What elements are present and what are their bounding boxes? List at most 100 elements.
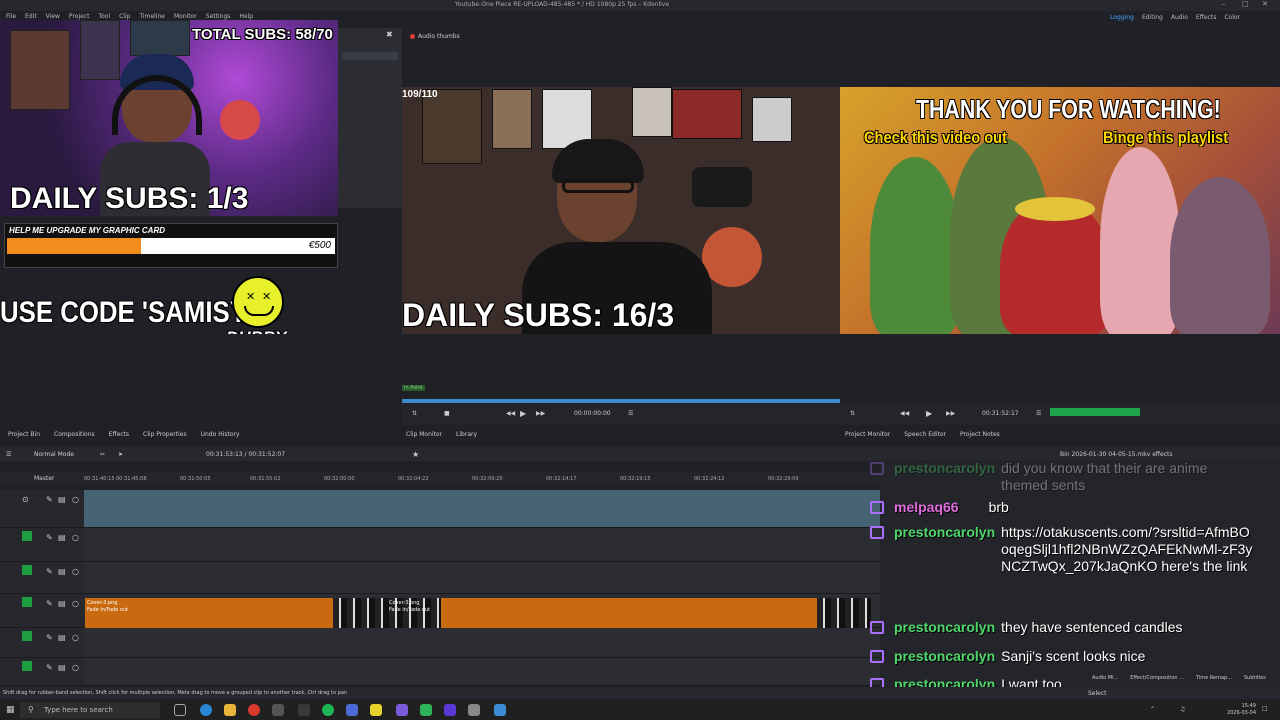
workspace-color[interactable]: Color [1224, 14, 1240, 21]
close-button[interactable]: ✕ [1262, 0, 1268, 8]
lock-icon[interactable]: ○ [72, 599, 79, 608]
menu-icon[interactable]: ☰ [1036, 410, 1041, 417]
tab-project-monitor[interactable]: Project Monitor [843, 430, 892, 439]
app-icon[interactable] [494, 704, 506, 716]
tab-speech-editor[interactable]: Speech Editor [902, 430, 948, 439]
workspace-audio[interactable]: Audio [1171, 14, 1188, 21]
chevron-up-icon[interactable]: ⌃ [1150, 706, 1155, 713]
edit-icon[interactable]: ✎ [46, 533, 53, 542]
tab-subtitles[interactable]: Subtitles [1242, 674, 1268, 682]
clip-thumbnail[interactable] [333, 598, 441, 628]
tab-library[interactable]: Library [454, 430, 479, 439]
speaker-icon[interactable]: ♫ [1180, 706, 1185, 713]
windows-start-icon[interactable]: ▦ [6, 705, 15, 715]
system-clock[interactable]: 15:49 2026-03-04 [1227, 703, 1256, 717]
timeline-track[interactable] [84, 562, 880, 594]
project-timecode[interactable]: 00:31:52:17 [982, 410, 1019, 417]
tab-effects[interactable]: Effects [107, 430, 131, 439]
film-icon[interactable]: ▤ [58, 633, 66, 642]
timeline-menu-icon[interactable]: ☰ [6, 451, 11, 458]
timeline-track[interactable] [84, 528, 880, 562]
edit-icon[interactable]: ✎ [46, 567, 53, 576]
rewind-icon[interactable]: ◀◀ [506, 410, 515, 417]
app-icon[interactable] [346, 704, 358, 716]
tab-project-notes[interactable]: Project Notes [958, 430, 1002, 439]
workspace-editing[interactable]: Editing [1142, 14, 1163, 21]
timeline-clip[interactable] [85, 598, 333, 628]
timeline-track[interactable] [84, 628, 880, 658]
lock-icon[interactable]: ○ [72, 633, 79, 642]
lock-icon[interactable]: ○ [72, 495, 79, 504]
select-tool-icon[interactable]: ➤ [118, 451, 123, 458]
taskbar-search[interactable]: ⚲ Type here to search [20, 702, 160, 718]
kdenlive-icon[interactable] [396, 704, 408, 716]
composite-icon[interactable]: ⊙ [22, 495, 29, 504]
app-icon[interactable] [370, 704, 382, 716]
app-icon[interactable] [298, 704, 310, 716]
zoom-icon[interactable]: ⇅ [412, 410, 417, 417]
film-icon[interactable]: ▤ [58, 663, 66, 672]
film-icon[interactable]: ▤ [58, 567, 66, 576]
clip-timecode[interactable]: 00:00:00:00 [574, 410, 611, 417]
edit-icon[interactable]: ✎ [46, 495, 53, 504]
workspace-effects[interactable]: Effects [1196, 14, 1216, 21]
edit-icon[interactable]: ✎ [46, 599, 53, 608]
razor-icon[interactable]: ✂ [100, 451, 105, 458]
spotify-icon[interactable] [322, 704, 334, 716]
timeline-track[interactable] [84, 658, 880, 686]
discord-icon[interactable] [444, 704, 456, 716]
track-visibility-toggle[interactable] [22, 631, 32, 641]
forward-icon[interactable]: ▶▶ [946, 410, 955, 417]
tab-time-remap[interactable]: Time Remap... [1194, 674, 1234, 682]
clip-zone-bar[interactable] [402, 399, 840, 403]
app-icon[interactable] [420, 704, 432, 716]
task-view-icon[interactable] [174, 704, 186, 716]
bin-row[interactable] [342, 52, 398, 60]
minimize-button[interactable]: – [1222, 0, 1226, 8]
close-icon[interactable]: ✖ [386, 30, 393, 39]
timeline-track[interactable] [84, 490, 880, 528]
rewind-icon[interactable]: ◀◀ [900, 410, 909, 417]
track-visibility-toggle[interactable] [22, 661, 32, 671]
track-header[interactable]: ✎ ▤ ○ [0, 658, 84, 686]
track-visibility-toggle[interactable] [22, 531, 32, 541]
film-icon[interactable]: ▤ [58, 533, 66, 542]
maximize-button[interactable]: □ [1242, 0, 1249, 8]
timeline-clip[interactable] [441, 598, 817, 628]
tab-clip-monitor[interactable]: Clip Monitor [404, 430, 444, 439]
app-icon[interactable] [272, 704, 284, 716]
tab-effect-composition[interactable]: Effect/Composition ... [1128, 674, 1186, 682]
edge-icon[interactable] [200, 704, 212, 716]
lock-icon[interactable]: ○ [72, 533, 79, 542]
audio-thumbs-toggle[interactable]: Audio thumbs [410, 33, 460, 40]
play-icon[interactable]: ▶ [520, 409, 526, 418]
track-header[interactable]: ✎ ▤ ○ [0, 628, 84, 658]
stop-icon[interactable]: ■ [444, 410, 450, 417]
film-icon[interactable]: ▤ [58, 599, 66, 608]
select-tool-label[interactable]: Select [1088, 690, 1107, 697]
star-icon[interactable]: ★ [412, 450, 419, 459]
edit-icon[interactable]: ✎ [46, 663, 53, 672]
track-header[interactable]: ✎ ▤ ○ [0, 528, 84, 562]
track-visibility-toggle[interactable] [22, 597, 32, 607]
track-visibility-toggle[interactable] [22, 565, 32, 575]
track-header[interactable]: ⊙ ✎ ▤ ○ [0, 490, 84, 528]
tab-compositions[interactable]: Compositions [52, 430, 97, 439]
notification-icon[interactable]: □ [1262, 705, 1268, 712]
play-icon[interactable]: ▶ [926, 409, 932, 418]
timeline-ruler[interactable]: 00:31:40:15 00:31:45:08 00:31:50:05 00:3… [80, 474, 880, 484]
obs-icon[interactable] [248, 704, 260, 716]
lock-icon[interactable]: ○ [72, 663, 79, 672]
timeline-timecode[interactable]: 00:31:53:13 / 00:31:52:07 [206, 451, 285, 458]
mode-select[interactable]: Normal Mode [34, 451, 74, 458]
forward-icon[interactable]: ▶▶ [536, 410, 545, 417]
workspace-logging[interactable]: Logging [1110, 14, 1134, 21]
track-header[interactable]: ✎ ▤ ○ [0, 562, 84, 594]
track-header[interactable]: ✎ ▤ ○ [0, 594, 84, 628]
tab-audio-mixer[interactable]: Audio Mi... [1090, 674, 1120, 682]
tab-clip-properties[interactable]: Clip Properties [141, 430, 189, 439]
menu-icon[interactable]: ☰ [628, 410, 633, 417]
tab-undo-history[interactable]: Undo History [199, 430, 242, 439]
edit-icon[interactable]: ✎ [46, 633, 53, 642]
lock-icon[interactable]: ○ [72, 567, 79, 576]
